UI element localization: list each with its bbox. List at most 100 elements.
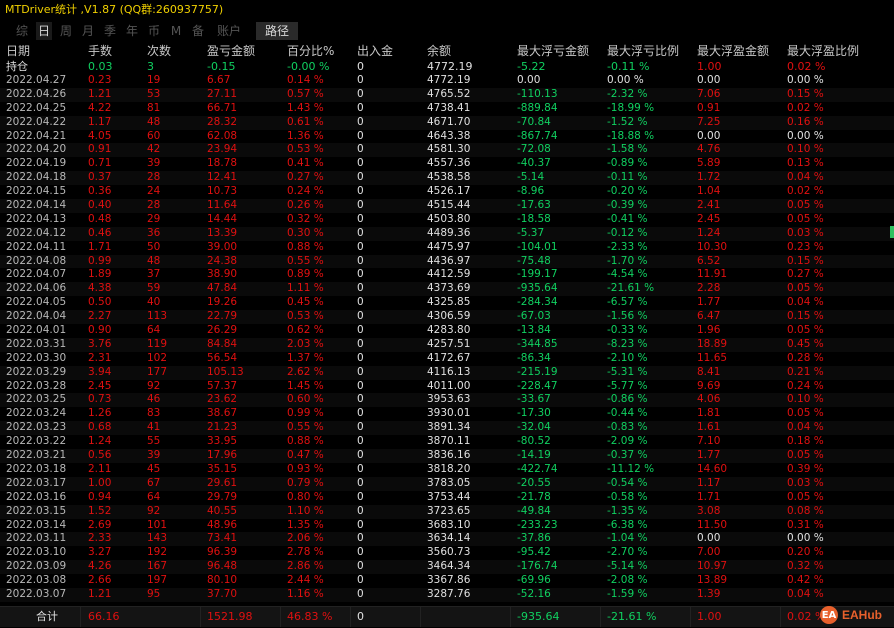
scroll-edge-indicator[interactable] (890, 226, 894, 238)
table-row[interactable]: 2022.04.08 0.99 48 24.38 0.55 % 0 4436.97 -75.4… (0, 254, 894, 269)
table-cell: 3818.20 (427, 462, 471, 475)
tab-4[interactable]: 季 (102, 22, 118, 40)
tab-8[interactable]: 备 (190, 22, 206, 40)
table-row[interactable]: 2022.03.24 1.26 83 38.67 0.99 % 0 3930.01 -17.3… (0, 407, 894, 421)
table-row[interactable]: 2022.03.16 0.94 64 29.79 0.80 % 0 3753.44 -21.7… (0, 491, 894, 505)
tab-0[interactable]: 综 (14, 22, 30, 40)
table-cell: 0 (357, 560, 364, 573)
table-cell: 0.23 % (787, 240, 824, 253)
table-cell: 3891.34 (427, 421, 471, 434)
table-row[interactable]: 2022.04.25 4.22 81 66.71 1.43 % 0 4738.41 -889.… (0, 102, 894, 116)
table-cell: 3367.86 (427, 574, 471, 587)
table-cell: -4.54 % (607, 268, 648, 281)
holding-cell: -5.22 (517, 60, 546, 73)
table-row[interactable]: 2022.03.11 2.33 143 73.41 2.06 % 0 3634.14 -37.… (0, 532, 894, 547)
table-row[interactable]: 2022.03.22 1.24 55 33.95 0.88 % 0 3870.11 -80.5… (0, 435, 894, 449)
total-cell: 66.16 (88, 610, 120, 623)
table-cell: 2022.03.18 (6, 462, 67, 475)
table-row[interactable]: 2022.04.26 1.21 53 27.11 0.57 % 0 4765.52 -110.… (0, 87, 894, 102)
table-row[interactable]: 2022.03.29 3.94 177 105.13 2.62 % 0 4116.13 -21… (0, 365, 894, 380)
table-cell: 2022.04.01 (6, 324, 67, 337)
table-cell: 66.71 (207, 101, 238, 114)
table-cell: -5.14 % (607, 560, 648, 573)
table-row[interactable]: 2022.04.22 1.17 48 28.32 0.61 % 0 4671.70 -70.8… (0, 115, 894, 130)
table-row[interactable]: 2022.04.06 4.38 59 47.84 1.11 % 0 4373.69 -935.… (0, 282, 894, 297)
table-cell: 2022.04.15 (6, 185, 67, 198)
table-cell: 37 (147, 268, 161, 281)
table-row[interactable]: 2022.03.08 2.66 197 80.10 2.44 % 0 3367.86 -69.… (0, 574, 894, 588)
table-row[interactable]: 2022.03.28 2.45 92 57.37 1.45 % 0 4011.00 -228.… (0, 380, 894, 394)
table-row[interactable]: 2022.04.15 0.36 24 10.73 0.24 % 0 4526.17 -8.96… (0, 185, 894, 199)
table-cell: 0.55 % (287, 254, 324, 267)
table-row[interactable]: 2022.03.15 1.52 92 40.55 1.10 % 0 3723.65 -49.8… (0, 504, 894, 519)
table-cell: 0.30 % (287, 226, 324, 239)
table-cell: 4765.52 (427, 87, 471, 100)
table-row[interactable]: 2022.03.23 0.68 41 21.23 0.55 % 0 3891.34 -32.0… (0, 421, 894, 436)
table-cell: 4581.30 (427, 143, 471, 156)
table-row[interactable]: 2022.04.12 0.46 36 13.39 0.30 % 0 4489.36 -5.37… (0, 226, 894, 241)
table-cell: 1.89 (88, 268, 112, 281)
table-cell: 0.73 (88, 393, 112, 406)
tab-1[interactable]: 日 (36, 22, 52, 40)
table-cell: 0 (357, 268, 364, 281)
table-cell: 2022.03.07 (6, 587, 67, 600)
table-cell: 2022.03.28 (6, 379, 67, 392)
table-row[interactable]: 2022.03.21 0.56 39 17.96 0.47 % 0 3836.16 -14.1… (0, 449, 894, 463)
tab-7[interactable]: M (168, 22, 184, 40)
table-cell: 2022.04.21 (6, 129, 67, 142)
table-cell: 2.44 % (287, 574, 324, 587)
total-cell: 0 (357, 610, 364, 623)
table-row[interactable]: 2022.04.04 2.27 113 22.79 0.53 % 0 4306.59 -67.… (0, 310, 894, 325)
table-cell: 0 (357, 226, 364, 239)
table-row[interactable]: 2022.04.20 0.91 42 23.94 0.53 % 0 4581.30 -72.0… (0, 143, 894, 158)
table-row[interactable]: 2022.03.10 3.27 192 96.39 2.78 % 0 3560.73 -95.… (0, 546, 894, 560)
table-cell: 0.15 % (787, 87, 824, 100)
table-cell: -80.52 (517, 435, 551, 448)
table-row[interactable]: 2022.03.09 4.26 167 96.48 2.86 % 0 3464.34 -176… (0, 560, 894, 575)
table-cell: -21.61 % (607, 282, 655, 295)
tab-5[interactable]: 年 (124, 22, 140, 40)
total-cell: 1.00 (697, 610, 722, 623)
table-cell: 2022.03.09 (6, 560, 67, 573)
tab-10[interactable]: 路径 (256, 22, 298, 40)
table-row[interactable]: 2022.04.01 0.90 64 26.29 0.62 % 0 4283.80 -13.8… (0, 324, 894, 338)
tab-6[interactable]: 币 (146, 22, 162, 40)
table-cell: 0.00 % (787, 129, 824, 142)
table-row[interactable]: 2022.04.05 0.50 40 19.26 0.45 % 0 4325.85 -284.… (0, 296, 894, 310)
table-cell: 21.23 (207, 421, 238, 434)
table-cell: 2.45 (88, 379, 112, 392)
table-cell: 7.00 (697, 546, 721, 559)
table-cell: -2.70 % (607, 546, 648, 559)
table-row[interactable]: 2022.04.13 0.48 29 14.44 0.32 % 0 4503.80 -18.5… (0, 213, 894, 227)
table-row[interactable]: 2022.03.14 2.69 101 48.96 1.35 % 0 3683.10 -233… (0, 519, 894, 533)
table-cell: 92 (147, 379, 161, 392)
table-row[interactable]: 2022.04.07 1.89 37 38.90 0.89 % 0 4412.59 -199.… (0, 268, 894, 282)
table-cell: 0.47 % (287, 449, 324, 462)
table-row[interactable]: 2022.04.27 0.23 19 6.67 0.14 % 0 4772.19 0.00 0.… (0, 74, 894, 88)
tab-2[interactable]: 周 (58, 22, 74, 40)
table-row[interactable]: 2022.04.14 0.40 28 11.64 0.26 % 0 4515.44 -17.6… (0, 199, 894, 213)
table-row[interactable]: 2022.04.19 0.71 39 18.78 0.41 % 0 4557.36 -40.3… (0, 157, 894, 171)
table-cell: 37.70 (207, 587, 238, 600)
table-cell: -1.04 % (607, 532, 648, 545)
table-row[interactable]: 2022.03.17 1.00 67 29.61 0.79 % 0 3783.05 -20.5… (0, 476, 894, 491)
table-cell: 1.81 (697, 407, 721, 420)
total-cell: 合计 (36, 610, 58, 623)
table-cell: 0.05 % (787, 449, 824, 462)
table-row[interactable]: 2022.04.21 4.05 60 62.08 1.36 % 0 4643.38 -867.… (0, 130, 894, 144)
tab-9[interactable]: 账户 (214, 22, 244, 40)
table-cell: 1.71 (697, 490, 721, 503)
table-cell: 0 (357, 212, 364, 225)
table-row[interactable]: 2022.03.31 3.76 119 84.84 2.03 % 0 4257.51 -344… (0, 337, 894, 352)
table-row[interactable]: 2022.04.18 0.37 28 12.41 0.27 % 0 4538.58 -5.14… (0, 171, 894, 186)
eahub-logo-icon: EA (820, 606, 838, 624)
tab-3[interactable]: 月 (80, 22, 96, 40)
table-row[interactable]: 2022.03.07 1.21 95 37.70 1.16 % 0 3287.76 -52.1… (0, 587, 894, 602)
total-cell: -935.64 (517, 610, 560, 623)
table-cell: 0 (357, 351, 364, 364)
table-row[interactable]: 2022.03.30 2.31 102 56.54 1.37 % 0 4172.67 -86.… (0, 352, 894, 366)
table-row[interactable]: 2022.03.18 2.11 45 35.15 0.93 % 0 3818.20 -422.… (0, 463, 894, 477)
table-cell: -5.31 % (607, 365, 648, 378)
table-row[interactable]: 2022.04.11 1.71 50 39.00 0.88 % 0 4475.97 -104.… (0, 241, 894, 255)
table-row[interactable]: 2022.03.25 0.73 46 23.62 0.60 % 0 3953.63 -33.6… (0, 393, 894, 408)
